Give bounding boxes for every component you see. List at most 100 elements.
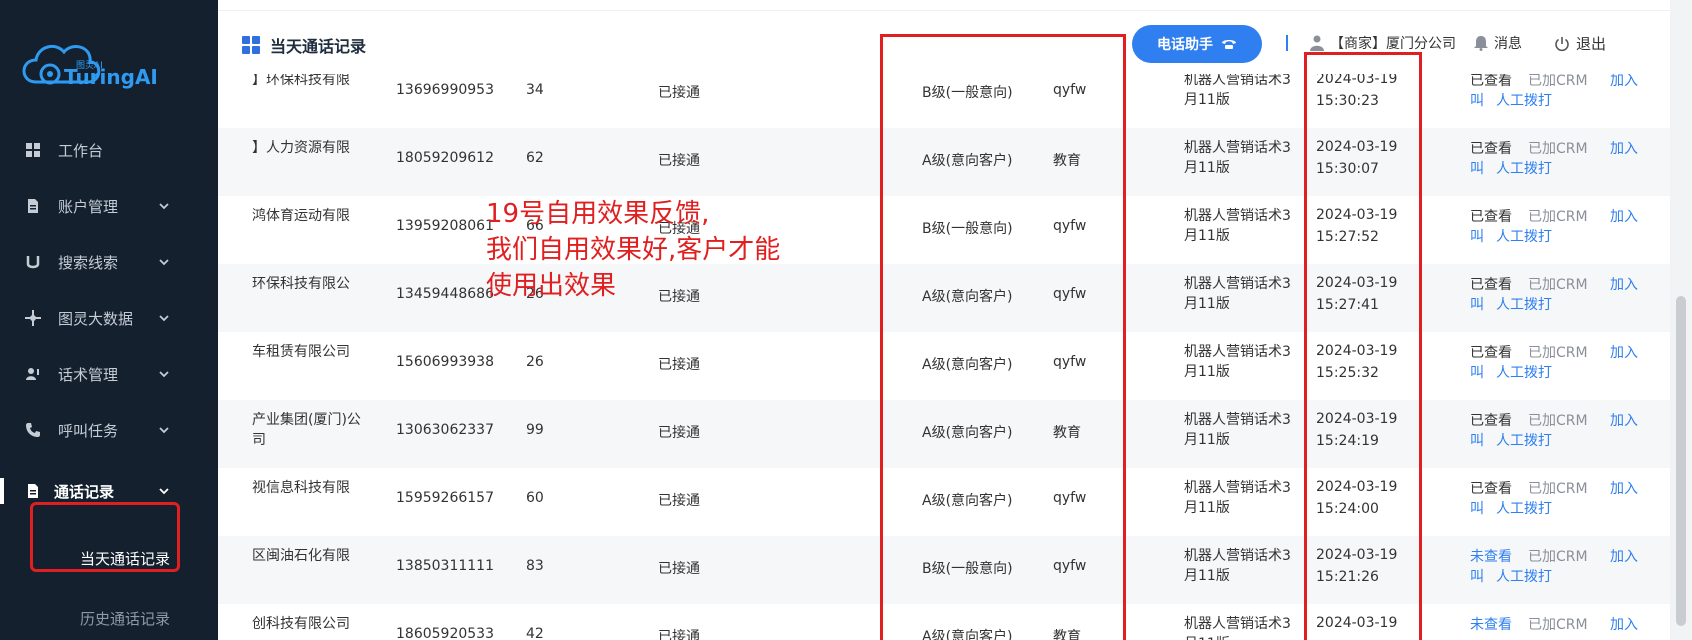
manual-dial-link[interactable]: 人工拨打 bbox=[1496, 158, 1552, 178]
add-call-link-wrap[interactable]: 叫 bbox=[1470, 158, 1484, 178]
sidebar-subitem-history-records[interactable]: 历史通话记录 bbox=[0, 596, 218, 640]
sidebar-item-account[interactable]: 账户管理 bbox=[0, 178, 218, 234]
add-call-link[interactable]: 加入 bbox=[1610, 206, 1638, 226]
sidebar-item-workbench[interactable]: 工作台 bbox=[0, 122, 218, 178]
header-divider bbox=[1286, 35, 1288, 51]
chevron-down-icon bbox=[159, 427, 169, 434]
company-cell: 】人力资源有限 bbox=[252, 140, 350, 156]
sidebar-item-script-mgmt[interactable]: 话术管理 bbox=[0, 346, 218, 402]
manual-dial-link[interactable]: 人工拨打 bbox=[1496, 294, 1552, 314]
script-version-cell: 机器人营销话术3月11版 bbox=[1184, 72, 1291, 108]
scrollbar-thumb[interactable] bbox=[1676, 296, 1686, 626]
add-call-link[interactable]: 加入 bbox=[1610, 614, 1638, 634]
manual-dial-link[interactable]: 人工拨打 bbox=[1496, 498, 1552, 518]
view-status-link[interactable]: 已查看 bbox=[1470, 206, 1512, 226]
add-call-link[interactable]: 加入 bbox=[1610, 342, 1638, 362]
company-cell: 环保科技有限公 bbox=[252, 276, 350, 292]
manual-dial-link[interactable]: 人工拨打 bbox=[1496, 430, 1552, 450]
company-cell: 视信息科技有限 bbox=[252, 480, 350, 496]
sidebar-item-label: 账户管理 bbox=[58, 197, 119, 216]
turing-ai-logo[interactable]: 图灵AI TuringAI bbox=[16, 30, 176, 100]
call-status-cell: 已接通 bbox=[658, 629, 700, 640]
crm-status: 已加CRM bbox=[1528, 617, 1588, 633]
add-call-link-wrap[interactable]: 叫 bbox=[1470, 430, 1484, 450]
view-status-link[interactable]: 已查看 bbox=[1470, 342, 1512, 362]
add-call-link-wrap[interactable]: 叫 bbox=[1470, 226, 1484, 246]
add-call-link-wrap[interactable]: 叫 bbox=[1470, 362, 1484, 382]
view-status-link[interactable]: 已查看 bbox=[1470, 274, 1512, 294]
vertical-scrollbar[interactable] bbox=[1670, 0, 1692, 640]
logout-button[interactable]: 退出 bbox=[1554, 33, 1606, 54]
phone-cell: 13696990953 bbox=[396, 82, 494, 98]
annotation-highlight-box bbox=[880, 34, 1126, 640]
add-call-link[interactable]: 加入 bbox=[1610, 546, 1638, 566]
script-version-cell: 机器人营销话术3月11版 bbox=[1184, 276, 1291, 312]
data-icon bbox=[24, 309, 42, 327]
phone-cell: 13063062337 bbox=[396, 422, 494, 438]
magnet-icon bbox=[24, 253, 42, 271]
phone-cell: 13850311111 bbox=[396, 558, 494, 574]
manual-dial-link[interactable]: 人工拨打 bbox=[1496, 226, 1552, 246]
brand-name: TuringAI bbox=[64, 65, 158, 89]
sidebar-item-search-leads[interactable]: 搜索线索 bbox=[0, 234, 218, 290]
annotation-line: 使用出效果 bbox=[486, 271, 617, 301]
manual-dial-link[interactable]: 人工拨打 bbox=[1496, 566, 1552, 586]
script-version-cell: 机器人营销话术3月11版 bbox=[1184, 616, 1291, 640]
script-version-cell: 机器人营销话术3月11版 bbox=[1184, 208, 1291, 244]
view-status-link[interactable]: 已查看 bbox=[1470, 478, 1512, 498]
annotation-line: 19号自用效果反馈, bbox=[486, 199, 710, 229]
duration-cell: 26 bbox=[526, 354, 544, 370]
manual-dial-link[interactable]: 人工拨打 bbox=[1496, 90, 1552, 110]
add-call-link[interactable]: 加入 bbox=[1610, 478, 1638, 498]
sidebar: 图灵AI TuringAI 工作台 账户管理 搜索线索 图灵大数据 话术管理 呼… bbox=[0, 0, 218, 640]
add-call-link-wrap[interactable]: 叫 bbox=[1470, 294, 1484, 314]
view-status-link[interactable]: 未查看 bbox=[1470, 546, 1512, 566]
add-call-link[interactable]: 加入 bbox=[1610, 138, 1638, 158]
view-status-link[interactable]: 已查看 bbox=[1470, 410, 1512, 430]
messages-button[interactable]: 消息 bbox=[1474, 33, 1522, 53]
phone-assistant-label: 电话助手 bbox=[1157, 37, 1213, 53]
annotation-line: 我们自用效果好,客户才能 bbox=[486, 235, 781, 265]
call-status-cell: 已接通 bbox=[658, 561, 700, 577]
crm-status: 已加CRM bbox=[1528, 549, 1588, 565]
grid-icon bbox=[242, 36, 260, 54]
add-call-link[interactable]: 加入 bbox=[1610, 410, 1638, 430]
sidebar-subitem-label: 历史通话记录 bbox=[80, 610, 171, 628]
phone-cell: 18605920533 bbox=[396, 626, 494, 640]
sidebar-item-call-tasks[interactable]: 呼叫任务 bbox=[0, 402, 218, 458]
merchant-account[interactable]: 【商家】厦门分公司 bbox=[1310, 33, 1456, 53]
page-title: 当天通话记录 bbox=[270, 37, 367, 56]
phone-cell: 13959208061 bbox=[396, 218, 494, 234]
duration-cell: 99 bbox=[526, 422, 544, 438]
phone-assistant-button[interactable]: 电话助手 bbox=[1132, 25, 1262, 63]
crm-status: 已加CRM bbox=[1528, 345, 1588, 361]
chevron-down-icon bbox=[159, 488, 169, 495]
phone-cell: 13459448686 bbox=[396, 286, 494, 302]
duration-cell: 62 bbox=[526, 150, 544, 166]
duration-cell: 60 bbox=[526, 490, 544, 506]
script-icon bbox=[24, 365, 42, 383]
power-icon bbox=[1555, 36, 1569, 51]
chevron-down-icon bbox=[159, 259, 169, 266]
company-cell: 鸿体育运动有限 bbox=[252, 208, 350, 224]
phone-cell: 18059209612 bbox=[396, 150, 494, 166]
company-cell: 区闽油石化有限 bbox=[252, 548, 350, 564]
add-call-link-wrap[interactable]: 叫 bbox=[1470, 90, 1484, 110]
script-version-cell: 机器人营销话术3月11版 bbox=[1184, 412, 1291, 448]
chevron-down-icon bbox=[159, 315, 169, 322]
crm-status: 已加CRM bbox=[1528, 209, 1588, 225]
manual-dial-link[interactable]: 人工拨打 bbox=[1496, 362, 1552, 382]
call-status-cell: 已接通 bbox=[658, 153, 700, 169]
main-content: 】环保科技有限 13696990953 34 已接通 B级(一般意向) qyfw 机器人营销… bbox=[218, 0, 1692, 640]
view-status-link[interactable]: 未查看 bbox=[1470, 614, 1512, 634]
sidebar-item-label: 图灵大数据 bbox=[58, 309, 134, 328]
add-call-link-wrap[interactable]: 叫 bbox=[1470, 566, 1484, 586]
add-call-link-wrap[interactable]: 叫 bbox=[1470, 498, 1484, 518]
annotation-highlight-box bbox=[30, 502, 180, 572]
duration-cell: 83 bbox=[526, 558, 544, 574]
add-call-link[interactable]: 加入 bbox=[1610, 274, 1638, 294]
script-version-cell: 机器人营销话术3月11版 bbox=[1184, 480, 1291, 516]
phone-icon bbox=[24, 421, 42, 439]
sidebar-item-big-data[interactable]: 图灵大数据 bbox=[0, 290, 218, 346]
view-status-link[interactable]: 已查看 bbox=[1470, 138, 1512, 158]
